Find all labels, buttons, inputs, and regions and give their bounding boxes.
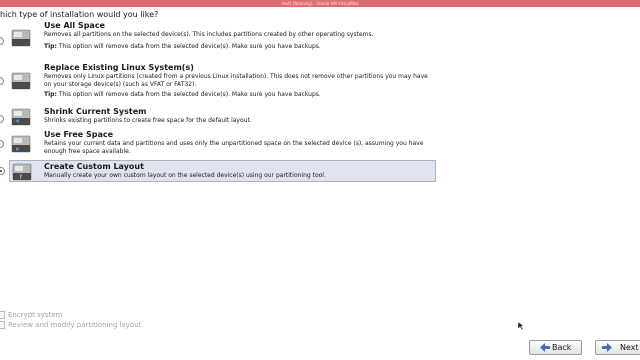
shrink-current-description: Shrinks existing partitions to create fr… <box>44 117 252 124</box>
option-shrink-current-system[interactable]: Shrink Current System Shrinks existing p… <box>0 106 436 128</box>
arrow-right-icon <box>602 343 612 352</box>
hard-disk-icon <box>11 72 31 90</box>
option-create-custom-layout[interactable]: ? Create Custom Layout Manually create y… <box>0 160 436 182</box>
use-free-space-title: Use Free Space <box>44 130 114 139</box>
tip-label: Tip: <box>44 91 57 98</box>
tip-text: This option will remove data from the se… <box>58 91 321 98</box>
tip-text: This option will remove data from the se… <box>58 43 321 50</box>
use-all-space-radio[interactable] <box>0 37 4 45</box>
arrow-left-icon <box>540 343 550 352</box>
back-button-label: Back <box>552 343 572 352</box>
review-partitioning-row[interactable]: Review and modify partitioning layout <box>0 321 141 329</box>
create-custom-title: Create Custom Layout <box>44 162 144 171</box>
option-replace-existing-linux[interactable]: Replace Existing Linux System(s) Removes… <box>0 63 436 101</box>
use-free-space-description: Retains your current data and partitions… <box>44 140 424 155</box>
use-all-space-description: Removes all partitions on the selected d… <box>44 31 374 38</box>
review-partitioning-label: Review and modify partitioning layout <box>8 321 142 329</box>
shrink-current-radio[interactable] <box>0 115 4 123</box>
shrink-current-title: Shrink Current System <box>44 107 147 116</box>
installation-type-question: hich type of installation would you like… <box>0 10 159 19</box>
back-button[interactable]: Back <box>529 340 582 355</box>
encrypt-system-row[interactable]: Encrypt system <box>0 311 62 319</box>
next-button-label: Next <box>620 343 639 352</box>
encrypt-system-checkbox[interactable] <box>0 311 5 319</box>
tip-label: Tip: <box>44 43 57 50</box>
create-custom-description: Manually create your own custom layout o… <box>44 172 326 179</box>
hard-disk-custom-icon: ? <box>12 163 32 181</box>
mouse-pointer-icon <box>517 321 525 331</box>
hard-disk-free-icon <box>11 135 31 153</box>
option-use-all-space[interactable]: Use All Space Removes all partitions on … <box>0 21 436 61</box>
use-all-space-title: Use All Space <box>44 21 105 30</box>
option-use-free-space[interactable]: Use Free Space Retains your current data… <box>0 130 436 158</box>
hard-disk-shrink-icon <box>11 108 31 126</box>
window-title-bar: rhel5 [Running] - Oracle VM VirtualBox <box>0 0 640 7</box>
replace-existing-title: Replace Existing Linux System(s) <box>44 63 194 72</box>
review-partitioning-checkbox[interactable] <box>0 321 5 329</box>
next-button[interactable]: Next <box>595 340 640 355</box>
create-custom-radio[interactable] <box>0 167 5 175</box>
hard-disk-icon <box>11 29 31 47</box>
use-free-space-radio[interactable] <box>0 140 4 148</box>
encrypt-system-label: Encrypt system <box>8 311 63 319</box>
replace-existing-radio[interactable] <box>0 77 4 85</box>
custom-layout-question-glyph: ? <box>19 174 22 181</box>
replace-existing-tip: Tip: This option will remove data from t… <box>44 91 432 99</box>
replace-existing-description: Removes only Linux partitions (created f… <box>44 73 428 88</box>
use-all-space-tip: Tip: This option will remove data from t… <box>44 43 432 51</box>
